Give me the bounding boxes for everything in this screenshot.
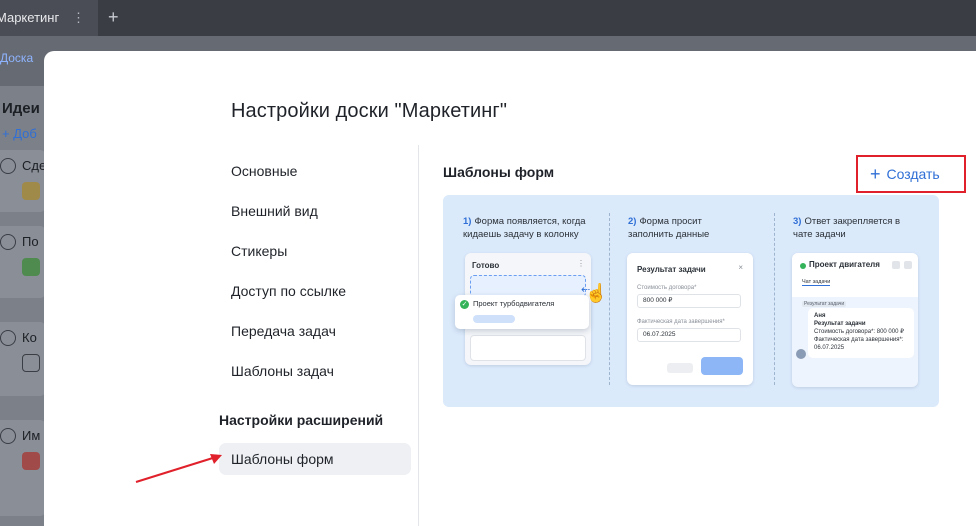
create-button-label: Создать [886, 166, 940, 182]
window-icon [892, 261, 900, 269]
card-title: Им [22, 428, 41, 443]
step-2: 2) Форма просит заполнить данные [628, 215, 743, 241]
create-button[interactable]: + Создать [856, 155, 966, 193]
add-card-link[interactable]: + Доб [2, 126, 37, 141]
form-templates-illustration: 1) Форма появляется, когда кидаешь задачу… [443, 195, 939, 407]
board-card[interactable]: Им [0, 420, 46, 516]
annotation-arrow-icon [135, 454, 222, 484]
step-separator [609, 213, 610, 385]
check-icon: ✓ [460, 300, 469, 309]
chat-tab: Чат задачи [802, 279, 831, 286]
board-tab-label: Маркетинг [0, 10, 60, 25]
board-card[interactable]: Сде [0, 150, 46, 212]
field-label: Фактическая дата завершения* [637, 319, 725, 325]
column-title: Идеи [2, 100, 40, 117]
app-tabbar: Маркетинг ⋮ + [0, 0, 976, 36]
card-title: Ко [22, 330, 37, 345]
step-3: 3) Ответ закрепляется в чате задачи [793, 215, 913, 241]
board-card[interactable]: Ко [0, 322, 46, 396]
message-line: Стоимость договора*: 800 000 ₽ [814, 329, 904, 335]
message-line: Фактическая дата завершения*: [814, 337, 904, 343]
nav-item-link-access[interactable]: Доступ по ссылке [231, 283, 346, 299]
step-number: 3) [793, 216, 802, 227]
nav-item-stickers[interactable]: Стикеры [231, 243, 287, 259]
board-link-label: Доска [0, 51, 34, 65]
check-icon[interactable] [0, 330, 16, 346]
calendar-icon [22, 452, 40, 470]
nav-item-appearance[interactable]: Внешний вид [231, 203, 318, 219]
plus-icon: + [870, 164, 881, 184]
nav-group-extensions: Настройки расширений [219, 412, 384, 428]
result-chip: Результат задачи [802, 301, 847, 307]
status-dot [800, 263, 806, 269]
check-icon[interactable] [0, 234, 16, 250]
placeholder-card [470, 335, 586, 361]
task-title: Проект двигателя [809, 260, 880, 269]
form-mock: Результат задачи × Стоимость договора* 8… [627, 253, 753, 385]
form-title: Результат задачи [637, 265, 706, 274]
check-icon[interactable] [0, 428, 16, 444]
task-header: Проект двигателя Чат задачи [792, 253, 918, 297]
dragged-card: ✓ Проект турбодвигателя [455, 295, 589, 329]
nav-item-general[interactable]: Основные [231, 163, 297, 179]
card-tag [473, 315, 515, 323]
flag-icon [22, 182, 40, 200]
message-author: Аня [814, 313, 826, 319]
modal-title: Настройки доски "Маркетинг" [231, 100, 508, 122]
close-icon [904, 261, 912, 269]
flag-icon [22, 354, 40, 372]
nav-item-task-templates[interactable]: Шаблоны задач [231, 363, 334, 379]
check-icon[interactable] [0, 158, 16, 174]
card-title: По [22, 234, 39, 249]
step-text: Ответ закрепляется в чате задачи [793, 216, 901, 240]
message-title: Результат задачи [814, 321, 866, 327]
step-1: 1) Форма появляется, когда кидаешь задачу… [463, 215, 603, 241]
cancel-button-mock [667, 363, 693, 373]
step-number: 1) [463, 216, 472, 227]
tab-menu-icon[interactable]: ⋮ [72, 0, 85, 36]
hand-cursor-icon: ☝ [585, 283, 608, 303]
step-number: 2) [628, 216, 637, 227]
board-card[interactable]: По [0, 226, 46, 298]
nav-item-form-templates[interactable]: Шаблоны форм [219, 443, 411, 475]
field-input: 800 000 ₽ [637, 294, 741, 308]
avatar [796, 349, 806, 359]
card-title: Проект турбодвигателя [473, 299, 555, 308]
add-tab-icon[interactable]: + [108, 6, 119, 28]
save-button-mock [701, 357, 743, 375]
divider [418, 145, 419, 526]
field-input: 06.07.2025 [637, 328, 741, 342]
chat-message: Аня Результат задачи Стоимость договора*… [808, 308, 914, 358]
step-text: Форма просит заполнить данные [628, 216, 710, 240]
flag-icon [22, 258, 40, 276]
card-title: Сде [22, 158, 47, 173]
column-title: Готово [472, 261, 500, 270]
board-tab[interactable]: Маркетинг ⋮ [0, 0, 98, 36]
section-title: Шаблоны форм [443, 164, 555, 180]
task-chat-mock: Проект двигателя Чат задачи Результат за… [792, 253, 918, 387]
nav-item-task-transfer[interactable]: Передача задач [231, 323, 336, 339]
step-text: Форма появляется, когда кидаешь задачу в… [463, 216, 586, 240]
step-separator [774, 213, 775, 385]
more-icon: ⋮ [577, 259, 585, 268]
message-line: 06.07.2025 [814, 345, 845, 351]
field-label: Стоимость договора* [637, 285, 697, 291]
close-icon: × [738, 263, 743, 272]
drop-zone [470, 275, 586, 297]
